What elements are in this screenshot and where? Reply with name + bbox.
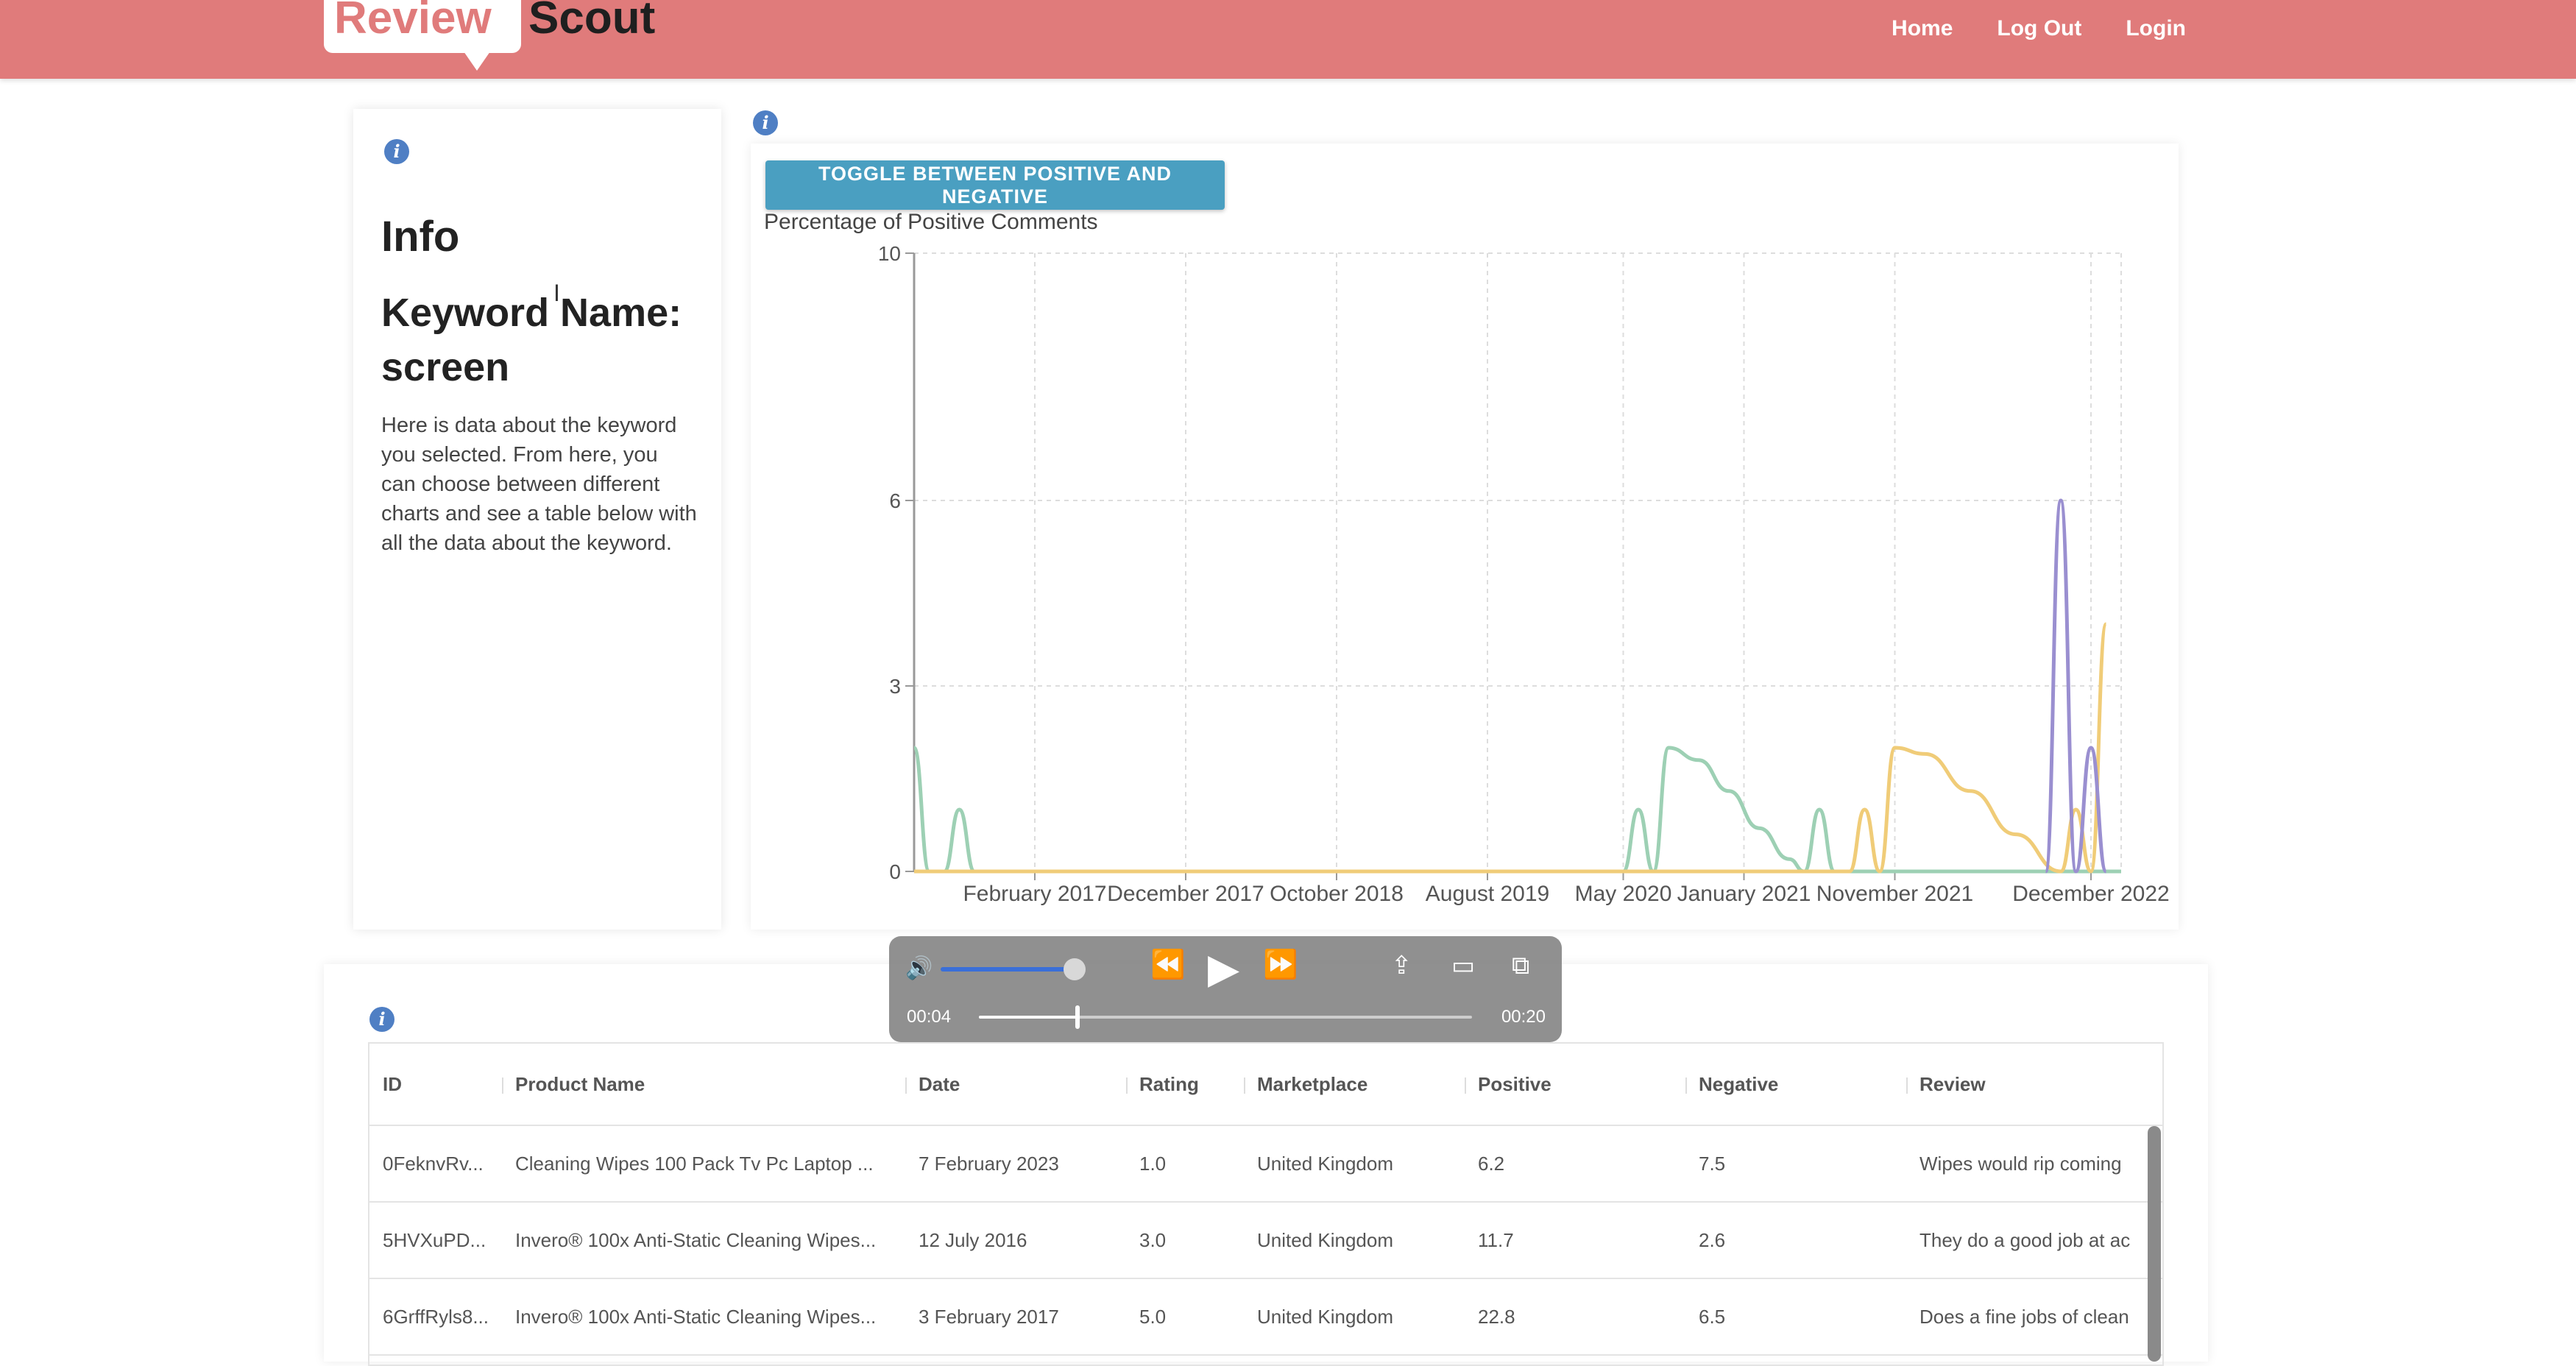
x-tick-label: October 2018 xyxy=(1270,882,1404,906)
y-tick-label: 3 xyxy=(889,675,901,698)
y-tick-label: 0 xyxy=(889,860,901,883)
chart-info-icon[interactable]: i xyxy=(753,110,778,135)
cell-date: 12 July 2016 xyxy=(919,1228,1027,1251)
playback-scrubber-handle[interactable] xyxy=(1075,1005,1080,1029)
keyword-name-heading: Keyword Name: screen xyxy=(381,291,682,389)
nav-login-link[interactable]: Login xyxy=(2126,16,2186,41)
x-tick-label: December 2017 xyxy=(1107,882,1264,906)
media-player-controls: 🔊 ⏪ ▶ ⏩ ⇪ ▭ ⧉ 00:04 00:20 xyxy=(889,936,1562,1042)
y-tick-label: 6 xyxy=(889,489,901,512)
table-row[interactable]: 6GrffRyls8... Invero® 100x Anti-Static C… xyxy=(369,1279,2162,1356)
cell-positive: 6.2 xyxy=(1478,1152,1505,1175)
cell-review: Does a fine jobs of clean xyxy=(1919,1305,2129,1328)
cell-rating: 3.0 xyxy=(1139,1228,1167,1251)
reviews-table: ID Product Name Date Rating Marketplace … xyxy=(368,1042,2164,1366)
cell-rating: 5.0 xyxy=(1139,1305,1167,1328)
table-row[interactable]: 0FeknvRv... Cleaning Wipes 100 Pack Tv P… xyxy=(369,1126,2162,1203)
x-tick-label: February 2017 xyxy=(963,882,1106,906)
cell-id: 6GrffRyls8... xyxy=(383,1305,489,1328)
cell-rating: 1.0 xyxy=(1139,1152,1167,1175)
column-header-rating[interactable]: Rating xyxy=(1126,1073,1244,1096)
playback-scrubber[interactable] xyxy=(979,1005,1472,1029)
info-card: i Info Keyword Name: screen Here is data… xyxy=(353,109,721,930)
cell-negative: 6.5 xyxy=(1699,1305,1726,1328)
series-line-green xyxy=(912,746,2121,874)
top-navbar: Review Scout Home Log Out Login xyxy=(0,0,2576,79)
volume-slider-track[interactable] xyxy=(941,967,1080,972)
cell-id: 0FeknvRv... xyxy=(383,1152,484,1175)
cell-date: 7 February 2023 xyxy=(919,1152,1059,1175)
series-line-yellow xyxy=(913,622,2108,874)
picture-in-picture-icon[interactable]: ⧉ xyxy=(1512,951,1529,980)
table-info-icon[interactable]: i xyxy=(369,1007,394,1032)
cell-negative: 7.5 xyxy=(1699,1152,1726,1175)
column-header-id[interactable]: ID xyxy=(369,1073,502,1096)
cell-negative: 2.6 xyxy=(1699,1228,1726,1251)
cell-review: They do a good job at ac xyxy=(1919,1228,2131,1251)
logo-review-text: Review xyxy=(324,0,521,53)
volume-slider-knob[interactable] xyxy=(1063,958,1086,980)
column-header-marketplace[interactable]: Marketplace xyxy=(1244,1073,1465,1096)
x-tick-label: January 2021 xyxy=(1677,882,1811,906)
info-heading: Info xyxy=(381,213,460,261)
cell-marketplace: United Kingdom xyxy=(1257,1152,1393,1175)
sentiment-line-chart[interactable]: February 2017 December 2017 October 2018 Au… xyxy=(810,236,2179,913)
airplay-icon[interactable]: ▭ xyxy=(1451,951,1475,980)
cell-positive: 22.8 xyxy=(1478,1305,1515,1328)
column-header-positive[interactable]: Positive xyxy=(1465,1073,1685,1096)
fast-forward-button[interactable]: ⏩ xyxy=(1263,948,1298,981)
share-icon[interactable]: ⇪ xyxy=(1391,951,1412,980)
cell-product-name: Cleaning Wipes 100 Pack Tv Pc Laptop ... xyxy=(515,1152,874,1175)
x-tick-label: December 2022 xyxy=(2012,882,2169,906)
column-header-negative[interactable]: Negative xyxy=(1685,1073,1906,1096)
column-header-date[interactable]: Date xyxy=(905,1073,1126,1096)
column-header-product-name[interactable]: Product Name xyxy=(502,1073,905,1096)
cell-positive: 11.7 xyxy=(1478,1228,1514,1251)
cell-marketplace: United Kingdom xyxy=(1257,1305,1393,1328)
info-icon[interactable]: i xyxy=(384,139,409,164)
playback-progress-fill xyxy=(979,1016,1078,1019)
nav-logout-link[interactable]: Log Out xyxy=(1997,16,2081,41)
cell-date: 3 February 2017 xyxy=(919,1305,1059,1328)
logo-scout-text: Scout xyxy=(528,0,656,43)
table-vertical-scrollbar[interactable] xyxy=(2148,1126,2161,1362)
y-tick-label: 10 xyxy=(878,242,901,265)
chart-title: Percentage of Positive Comments xyxy=(764,210,1098,234)
nav-links: Home Log Out Login xyxy=(1892,16,2186,41)
text-cursor-icon: I xyxy=(553,280,560,306)
current-time: 00:04 xyxy=(907,1007,952,1027)
table-row[interactable]: 5HVXuPD... Invero® 100x Anti-Static Clea… xyxy=(369,1203,2162,1279)
cell-marketplace: United Kingdom xyxy=(1257,1228,1393,1251)
play-button[interactable]: ▶ xyxy=(1208,945,1239,993)
column-header-review[interactable]: Review xyxy=(1906,1073,2142,1096)
logo-speech-tail xyxy=(464,52,490,71)
table-header-row: ID Product Name Date Rating Marketplace … xyxy=(369,1044,2162,1126)
x-tick-label: August 2019 xyxy=(1426,882,1549,906)
x-tick-label: November 2021 xyxy=(1816,882,1973,906)
cell-product-name: Invero® 100x Anti-Static Cleaning Wipes.… xyxy=(515,1305,877,1328)
cell-id: 5HVXuPD... xyxy=(383,1228,486,1251)
x-tick-label: May 2020 xyxy=(1575,882,1672,906)
toggle-positive-negative-button[interactable]: TOGGLE BETWEEN POSITIVE AND NEGATIVE xyxy=(765,160,1225,210)
info-description: Here is data about the keyword you selec… xyxy=(381,414,697,555)
nav-home-link[interactable]: Home xyxy=(1892,16,1953,41)
rewind-button[interactable]: ⏪ xyxy=(1150,948,1185,981)
total-time: 00:20 xyxy=(1501,1007,1546,1027)
cell-product-name: Invero® 100x Anti-Static Cleaning Wipes.… xyxy=(515,1228,877,1251)
cell-review: Wipes would rip coming xyxy=(1919,1152,2122,1175)
volume-icon[interactable]: 🔊 xyxy=(905,955,933,981)
